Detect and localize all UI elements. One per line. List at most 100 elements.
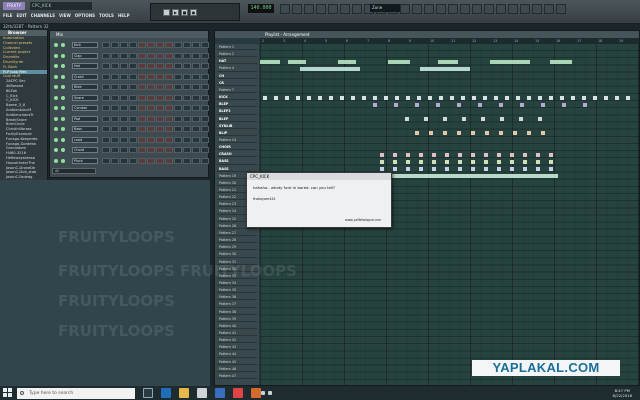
track-label[interactable]: Pattern 41	[217, 330, 257, 337]
step-button[interactable]	[156, 63, 164, 69]
pattern-block[interactable]	[560, 95, 564, 100]
channel-row[interactable]: Snare	[50, 94, 209, 103]
pattern-block[interactable]	[582, 95, 586, 100]
step-button[interactable]	[129, 157, 137, 164]
track-label[interactable]: Pattern 14	[217, 137, 257, 144]
step-button[interactable]	[147, 136, 155, 143]
step-button[interactable]	[138, 157, 146, 164]
pattern-block[interactable]	[583, 102, 587, 107]
pattern-block[interactable]	[393, 152, 397, 157]
track-label[interactable]: Pattern 7	[217, 87, 257, 94]
step-button[interactable]	[183, 94, 191, 101]
step-button[interactable]	[129, 84, 137, 90]
pattern-block[interactable]	[406, 167, 410, 172]
channel-mute-led[interactable]	[54, 95, 58, 100]
pattern-block[interactable]	[519, 117, 523, 121]
track-label[interactable]: CHOIR	[217, 144, 257, 151]
step-button[interactable]	[147, 105, 155, 111]
track-label[interactable]: Pattern 37	[217, 301, 257, 308]
pattern-block[interactable]	[419, 159, 423, 164]
store-icon[interactable]	[197, 388, 207, 398]
track-label[interactable]: Pattern 36	[217, 294, 257, 301]
step-button[interactable]	[156, 157, 164, 164]
pattern-block[interactable]	[457, 131, 461, 136]
step-button[interactable]	[156, 126, 164, 132]
step-button[interactable]	[165, 136, 173, 143]
step-button[interactable]	[138, 105, 146, 111]
step-button[interactable]	[147, 147, 155, 153]
pattern-block[interactable]	[445, 159, 449, 164]
pattern-block[interactable]	[472, 95, 476, 100]
pattern-block[interactable]	[419, 167, 423, 172]
step-button[interactable]	[138, 42, 146, 48]
channel-name-button[interactable]: Ride	[72, 84, 98, 90]
channel-name-button[interactable]: Kick	[72, 42, 98, 48]
tool-icon[interactable]	[400, 4, 410, 14]
step-button[interactable]	[120, 73, 128, 80]
tool-icon[interactable]	[292, 4, 302, 14]
pattern-block[interactable]	[406, 159, 410, 164]
tool-icon[interactable]	[424, 4, 434, 14]
step-button[interactable]	[183, 136, 191, 143]
tool-icon[interactable]	[508, 4, 518, 14]
pattern-block[interactable]	[471, 167, 475, 172]
pattern-block[interactable]	[443, 131, 447, 136]
pattern-block[interactable]	[523, 152, 527, 157]
step-button[interactable]	[201, 147, 209, 153]
pattern-block[interactable]	[505, 95, 509, 100]
channel-pan-knob[interactable]	[61, 95, 65, 100]
pattern-block[interactable]	[500, 117, 504, 121]
pattern-block[interactable]	[285, 95, 289, 100]
pattern-block[interactable]	[393, 167, 397, 172]
menu-item-tools[interactable]: TOOLS	[99, 12, 114, 20]
pattern-block[interactable]	[432, 152, 436, 157]
step-button[interactable]	[174, 115, 182, 122]
step-button[interactable]	[192, 157, 200, 164]
step-button[interactable]	[174, 63, 182, 69]
track-label[interactable]: Pattern 4	[217, 65, 257, 72]
step-button[interactable]	[165, 94, 173, 101]
pattern-block[interactable]	[307, 95, 311, 100]
pattern-block[interactable]	[439, 95, 443, 100]
step-button[interactable]	[102, 105, 110, 111]
step-button[interactable]	[147, 94, 155, 101]
pattern-block[interactable]	[497, 152, 501, 157]
channel-row[interactable]: Ride	[50, 83, 209, 92]
step-button[interactable]	[111, 73, 119, 80]
tool-icon[interactable]	[520, 4, 530, 14]
tempo-display[interactable]: 140.000	[248, 4, 274, 13]
step-button[interactable]	[156, 136, 164, 143]
channel-name-button[interactable]: Lead	[72, 136, 98, 143]
track-label[interactable]: Pattern 29	[217, 244, 257, 251]
channel-pan-knob[interactable]	[61, 64, 65, 68]
track-label[interactable]: HAT	[217, 58, 257, 65]
fl-logo[interactable]: FRUITY	[3, 2, 25, 10]
pattern-block[interactable]	[443, 117, 447, 121]
step-button[interactable]	[120, 94, 128, 101]
tool-icon[interactable]	[328, 4, 338, 14]
pattern-block[interactable]	[510, 159, 514, 164]
step-button[interactable]	[201, 136, 209, 143]
step-button[interactable]	[165, 42, 173, 48]
step-button[interactable]	[183, 157, 191, 164]
pattern-block[interactable]	[419, 152, 423, 157]
channel-pan-knob[interactable]	[61, 158, 65, 163]
step-button[interactable]	[120, 115, 128, 122]
stop-button[interactable]: ■	[181, 8, 188, 16]
pattern-block[interactable]	[380, 167, 384, 172]
channel-mute-led[interactable]	[54, 148, 58, 152]
step-button[interactable]	[147, 84, 155, 90]
pattern-block[interactable]	[550, 59, 572, 64]
step-button[interactable]	[156, 115, 164, 122]
track-label[interactable]: Pattern 2	[217, 51, 257, 58]
step-button[interactable]	[201, 105, 209, 111]
channel-name-button[interactable]: Hat	[72, 63, 98, 69]
channel-mute-led[interactable]	[54, 43, 58, 47]
record-button[interactable]: ●	[190, 8, 197, 16]
channel-row[interactable]: Pad	[50, 115, 209, 124]
menu-item-edit[interactable]: EDIT	[17, 12, 27, 20]
track-label[interactable]: Pattern 43	[217, 344, 257, 351]
pattern-block[interactable]	[395, 95, 399, 100]
track-label[interactable]: Pattern 40	[217, 323, 257, 330]
step-button[interactable]	[183, 52, 191, 59]
